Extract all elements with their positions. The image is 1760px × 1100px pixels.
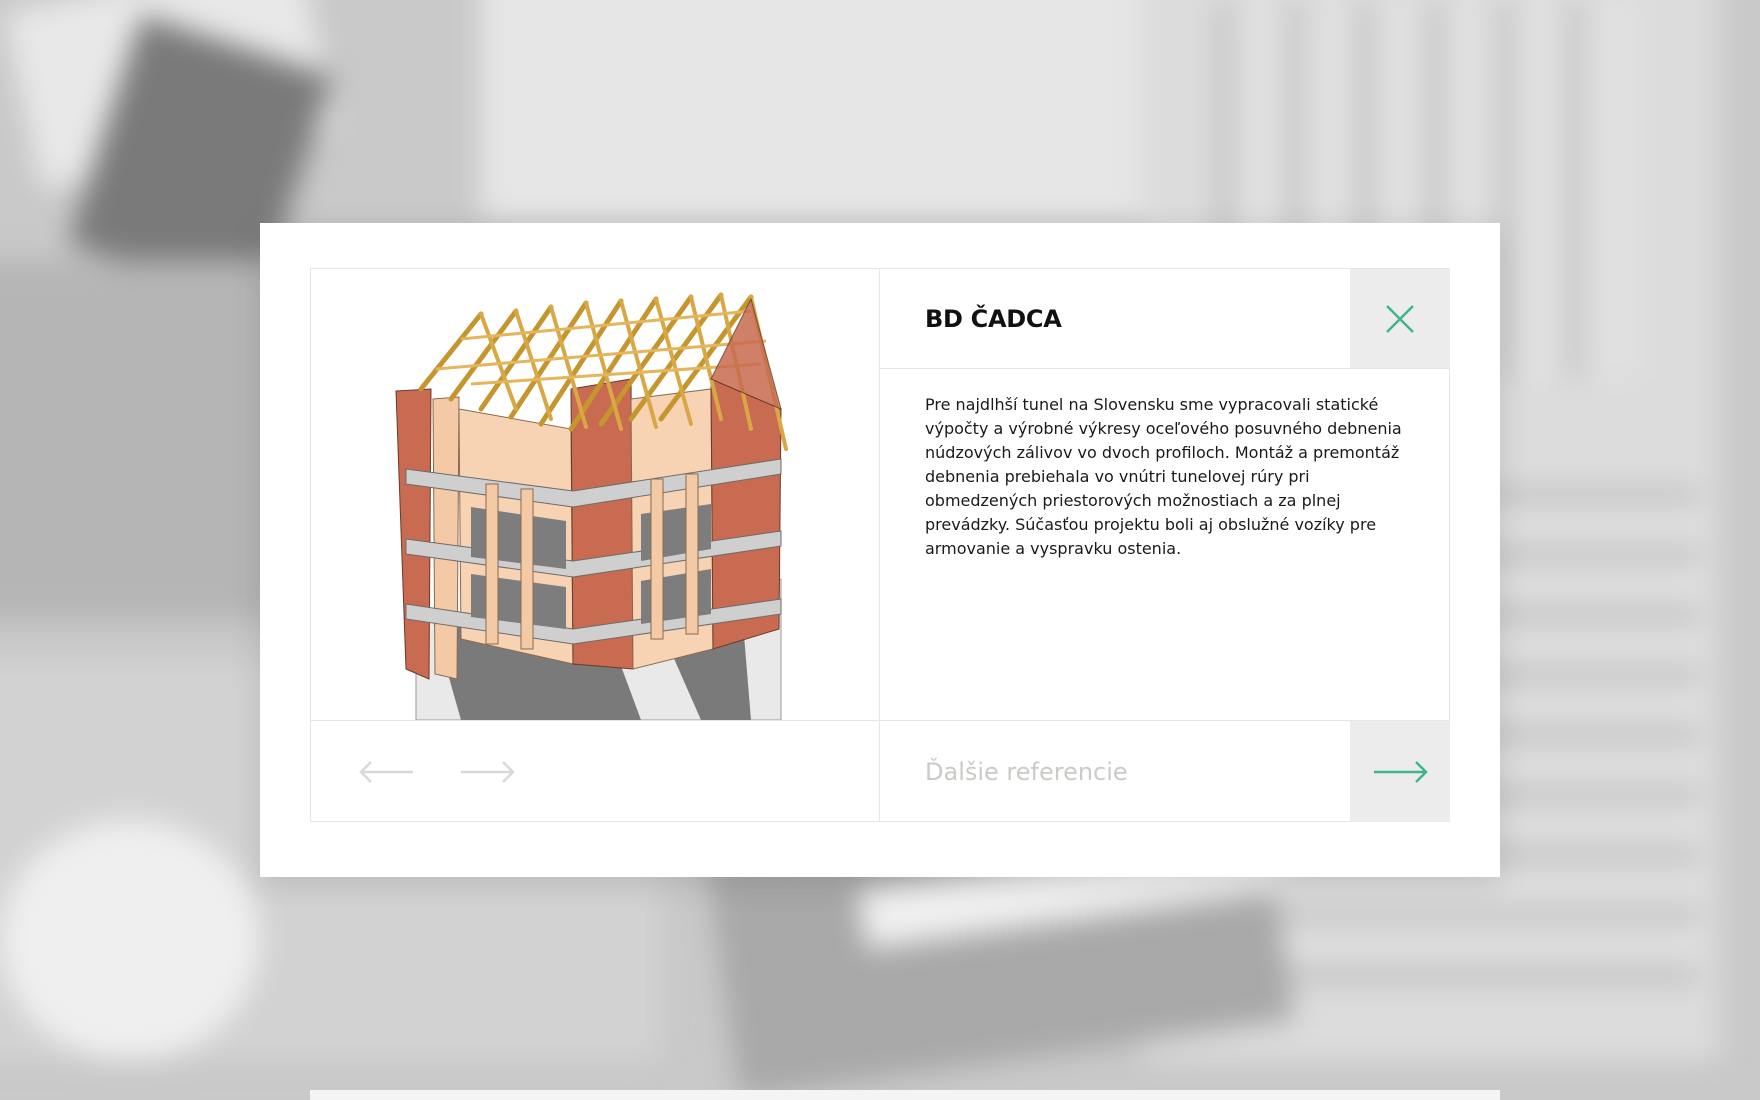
arrow-left-icon [359, 760, 413, 783]
more-references-label: Ďalšie referencie [925, 757, 1128, 786]
close-button[interactable] [1350, 269, 1450, 369]
reference-modal: BD ČADCA Pre najdlhší tunel na Slovensku… [260, 223, 1500, 877]
project-title: BD ČADCA [925, 304, 1062, 333]
prev-image-button[interactable] [359, 760, 415, 784]
description-cell: Pre najdlhší tunel na Slovensku sme vypr… [880, 369, 1450, 720]
modal-grid: BD ČADCA Pre najdlhší tunel na Slovensku… [310, 268, 1450, 822]
title-cell: BD ČADCA [880, 269, 1350, 369]
next-image-button[interactable] [459, 760, 515, 784]
project-image [311, 269, 880, 720]
more-references-button[interactable] [1350, 720, 1450, 822]
arrow-right-icon [1374, 760, 1428, 783]
close-icon [1386, 304, 1414, 333]
building-3d-model-image [395, 292, 788, 720]
arrow-right-icon [461, 760, 515, 783]
more-references-link[interactable]: Ďalšie referencie [880, 720, 1350, 822]
footer-strip [310, 1090, 1500, 1100]
gallery-nav [311, 720, 880, 822]
project-description: Pre najdlhší tunel na Slovensku sme vypr… [925, 395, 1402, 558]
